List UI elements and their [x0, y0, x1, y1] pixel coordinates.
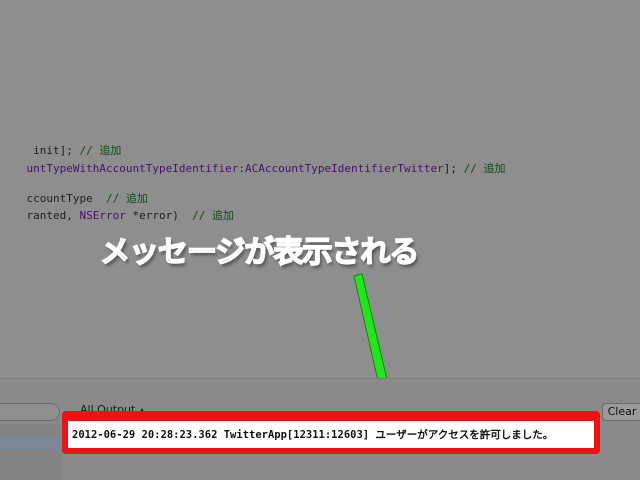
code-comment: // 追加 [456, 162, 506, 175]
code-line-1: init]; // 追加 [0, 130, 121, 157]
code-tail: ]; [443, 162, 457, 175]
code-comment: // 追加 [178, 209, 234, 222]
code-tail: *error) [125, 209, 179, 222]
code-line-4: ranted, NSError *error) // 追加 [0, 195, 234, 222]
code-constant: ACAccountTypeIdentifierTwitter [245, 162, 444, 175]
code-editor[interactable]: init]; // 追加 untTypeWithAccountTypeIdent… [0, 0, 640, 378]
code-type: NSError [79, 209, 126, 222]
console-log-line: 2012-06-29 20:28:23.362 TwitterApp[12311… [72, 429, 554, 441]
clear-button[interactable]: Clear [602, 403, 640, 421]
code-line-2: untTypeWithAccountTypeIdentifier:ACAccou… [0, 148, 506, 175]
variables-pane [0, 424, 62, 480]
annotation-callout: メッセージが表示される [99, 234, 420, 271]
code-text: untTypeWithAccountTypeIdentifier: [26, 162, 246, 175]
variables-scope-field[interactable] [0, 403, 60, 421]
code-text: ranted, [26, 209, 80, 222]
code-line-3: ccountType // 追加 [0, 178, 148, 205]
variables-row[interactable] [0, 437, 62, 450]
